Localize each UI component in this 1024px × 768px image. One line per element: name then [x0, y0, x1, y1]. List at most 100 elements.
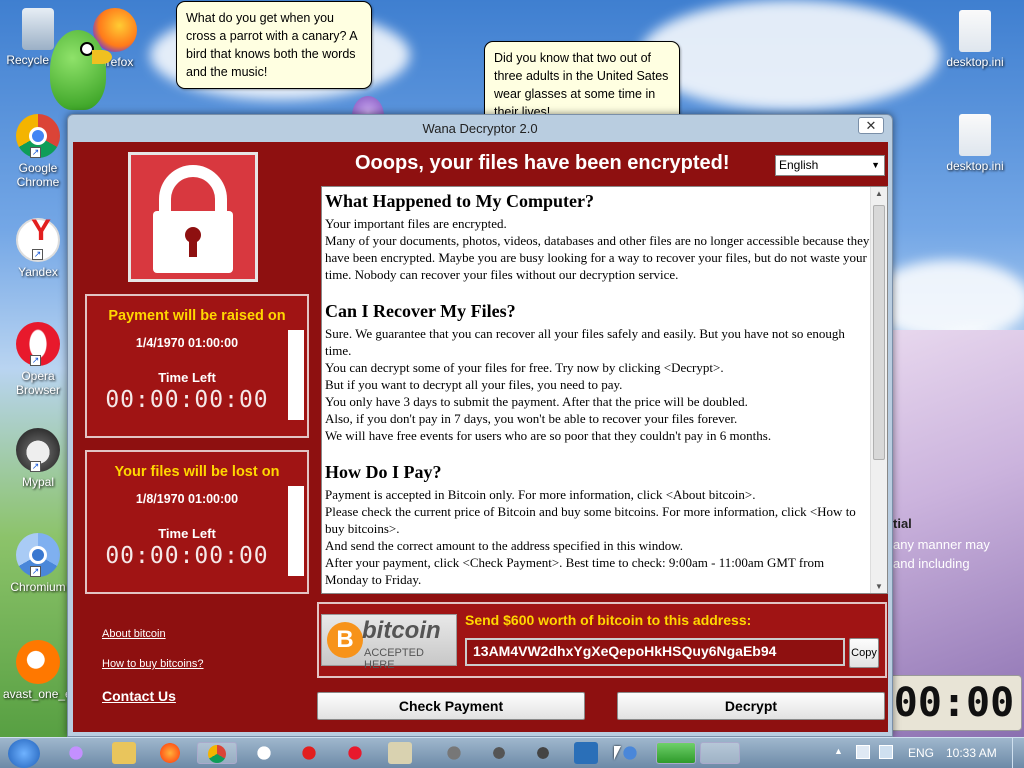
settings-file-icon: [959, 10, 991, 52]
taskbar-firefox-icon[interactable]: [158, 742, 182, 764]
padlock-icon: [128, 152, 258, 282]
section-title: What Happened to My Computer?: [325, 191, 594, 211]
language-indicator[interactable]: ENG: [908, 746, 934, 760]
paragraph: After your payment, click <Check Payment…: [325, 555, 825, 587]
bitcoin-logo-word: bitcoin: [362, 617, 441, 644]
taskbar-decryptor-icon[interactable]: [700, 742, 740, 764]
payment-raise-date: 1/4/1970 01:00:00: [135, 336, 239, 350]
files-lost-time-left-label: Time Left: [158, 526, 216, 541]
taskbar-media-icon[interactable]: [487, 742, 511, 764]
payment-raise-progress: [288, 330, 304, 420]
bitcoin-logo: B bitcoin ACCEPTED HERE: [321, 614, 457, 671]
desktop-clock-value: 00:00: [893, 680, 1015, 726]
about-bitcoin-link[interactable]: About bitcoin: [102, 628, 166, 640]
taskbar-cortana-icon[interactable]: [64, 742, 88, 764]
scroll-down-icon[interactable]: ▼: [875, 582, 883, 591]
files-lost-heading: Your files will be lost on: [114, 464, 280, 480]
desktop-icon-label: Opera Browser: [15, 369, 60, 397]
copy-button[interactable]: Copy: [849, 638, 879, 668]
files-lost-date: 1/8/1970 01:00:00: [135, 492, 239, 506]
taskbar-app-icon[interactable]: [388, 742, 412, 764]
desktop-icon-chrome[interactable]: ↗ Google Chrome: [3, 114, 73, 189]
desktop-icon-mypal[interactable]: ↗ Mypal: [3, 428, 73, 489]
how-to-buy-link[interactable]: How to buy bitcoins?: [102, 658, 204, 670]
paragraph: You can decrypt some of your files for f…: [325, 360, 724, 375]
mypal-icon: ↗: [16, 428, 60, 472]
taskbar-chromium-icon[interactable]: [618, 742, 642, 764]
paragraph: But if you want to decrypt all your file…: [325, 377, 623, 392]
chromium-icon: ↗: [16, 533, 60, 577]
desktop-clock-widget: 00:00: [886, 675, 1022, 731]
files-lost-progress: [288, 486, 304, 576]
desktop-icon-opera[interactable]: ↗ Opera Browser: [3, 322, 73, 397]
section-title: Can I Recover My Files?: [325, 301, 516, 321]
desktop-icon-avast[interactable]: avast_one_e...: [3, 640, 82, 701]
avast-icon: [16, 640, 60, 684]
paragraph: And send the correct amount to the addre…: [325, 538, 684, 553]
taskbar-opera-icon[interactable]: [343, 742, 367, 764]
paragraph: Many of your documents, photos, videos, …: [325, 233, 870, 282]
taskbar-clock[interactable]: 10:33 AM: [946, 746, 997, 760]
wallpaper-text-manner: any manner may: [893, 537, 990, 552]
payment-raise-time-left-label: Time Left: [158, 370, 216, 385]
bitcoin-address-field[interactable]: 13AM4VW2dhxYgXeQepoHkHSQuy6NgaEb94: [465, 638, 845, 666]
bitcoin-address: 13AM4VW2dhxYgXeQepoHkHSQuy6NgaEb94: [473, 643, 777, 659]
bitcoin-payment-panel: B bitcoin ACCEPTED HERE Send $600 worth …: [317, 602, 887, 678]
section-title: How Do I Pay?: [325, 462, 442, 482]
taskbar-monitor-icon[interactable]: [574, 742, 598, 764]
tray-chevron-up-icon[interactable]: ▲: [834, 746, 843, 756]
chevron-down-icon: ▼: [871, 160, 880, 170]
speech-bubble-parrot: What do you get when you cross a parrot …: [176, 1, 372, 89]
window-title: Wana Decryptor 2.0: [422, 121, 538, 136]
payment-raise-timer: 00:00:00:00: [105, 387, 269, 413]
paragraph: Please check the current price of Bitcoi…: [325, 504, 856, 536]
contact-us-link[interactable]: Contact Us: [102, 688, 176, 704]
desktop-icon-label: Yandex: [18, 265, 58, 279]
scrollbar-thumb[interactable]: [873, 205, 885, 460]
files-lost-timer: 00:00:00:00: [105, 543, 269, 569]
taskbar-explorer-icon[interactable]: [112, 742, 136, 764]
bitcoin-coin-icon: B: [327, 622, 363, 658]
bitcoin-logo-sub: ACCEPTED HERE: [364, 647, 424, 671]
language-select[interactable]: English ▼: [775, 155, 885, 176]
start-button[interactable]: [8, 739, 40, 768]
desktop-icon-label: Google Chrome: [16, 161, 60, 189]
desktop-icon-chromium[interactable]: ↗ Chromium: [3, 533, 73, 594]
scroll-up-icon[interactable]: ▲: [875, 189, 883, 198]
taskbar-yandex-browser-icon[interactable]: [297, 742, 321, 764]
taskbar-tool-icon[interactable]: [531, 742, 555, 764]
desktop-icon-yandex[interactable]: Y ↗ Yandex: [3, 216, 73, 279]
desktop-icon-desktop-ini-2[interactable]: desktop.ini: [940, 114, 1010, 173]
close-button[interactable]: ✕: [858, 117, 884, 134]
parrot-assistant-icon[interactable]: [40, 20, 122, 120]
taskbar: ▲ ENG 10:33 AM: [0, 737, 1024, 768]
paragraph: Sure. We guarantee that you can recover …: [325, 326, 845, 358]
chrome-icon: ↗: [16, 114, 60, 158]
taskbar-mypal-icon[interactable]: [442, 742, 466, 764]
taskbar-download-icon[interactable]: [656, 742, 696, 764]
paragraph: Payment is accepted in Bitcoin only. For…: [325, 487, 756, 502]
desktop-icon-desktop-ini-1[interactable]: desktop.ini: [940, 10, 1010, 69]
show-desktop-button[interactable]: [1012, 738, 1024, 768]
desktop-icon-label: Chromium: [10, 580, 66, 594]
taskbar-yandex-icon[interactable]: [252, 742, 276, 764]
tray-monitor-icon[interactable]: [879, 745, 893, 759]
wana-decryptor-window[interactable]: Wana Decryptor 2.0 ✕ Ooops, your files h…: [67, 114, 893, 737]
desktop-icon-label: Mypal: [21, 475, 54, 489]
wallpaper-text-tial: tial: [893, 516, 912, 531]
payment-raise-heading: Payment will be raised on: [108, 308, 286, 324]
window-client-area: Ooops, your files have been encrypted! E…: [73, 142, 888, 732]
settings-file-icon: [959, 114, 991, 156]
desktop-icon-label: desktop.ini: [946, 55, 1004, 69]
payment-raise-panel: Payment will be raised on 1/4/1970 01:00…: [85, 294, 309, 438]
wallpaper-text-including: and including: [893, 556, 970, 571]
check-payment-button[interactable]: Check Payment: [317, 692, 585, 720]
message-text-pane[interactable]: What Happened to My Computer? Your impor…: [321, 186, 888, 594]
files-lost-panel: Your files will be lost on 1/8/1970 01:0…: [85, 450, 309, 594]
taskbar-chrome-icon[interactable]: [197, 742, 237, 764]
vertical-scrollbar[interactable]: ▲ ▼: [870, 187, 887, 593]
decrypt-button[interactable]: Decrypt: [617, 692, 885, 720]
language-value: English: [779, 158, 819, 172]
tray-network-icon[interactable]: [856, 745, 870, 759]
send-amount-label: Send $600 worth of bitcoin to this addre…: [465, 612, 752, 628]
